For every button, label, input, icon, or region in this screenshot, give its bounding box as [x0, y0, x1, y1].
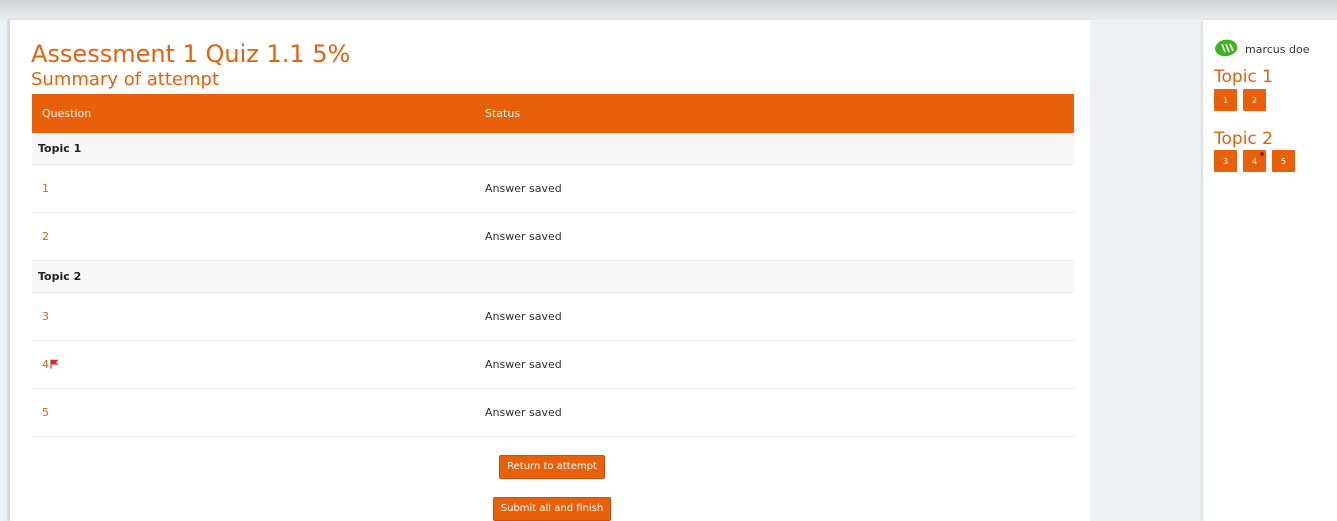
question-nav-button-5[interactable]: 5 — [1272, 150, 1295, 172]
attempt-summary-table: Question Status Topic 1 1 Answer saved 2… — [32, 94, 1074, 437]
nav-topic-2-heading: Topic 2 — [1214, 129, 1273, 149]
nav-topic-1-heading: Topic 1 — [1214, 67, 1273, 87]
question-status: Answer saved — [475, 340, 1074, 389]
section-row-topic-1: Topic 1 — [32, 133, 1074, 165]
page-subtitle: Summary of attempt — [31, 69, 220, 90]
nav-topic-1-buttons: 1 2 — [1214, 89, 1266, 111]
table-row: 3 Answer saved — [32, 292, 1074, 341]
section-label: Topic 2 — [32, 260, 1074, 293]
nav-topic-2-buttons: 3 4 5 — [1214, 150, 1295, 172]
flag-marker-icon — [1260, 152, 1264, 156]
quiz-navigation-sidebar: marcus doe Topic 1 1 2 Topic 2 3 4 5 — [1203, 20, 1337, 521]
question-nav-label: 5 — [1280, 156, 1287, 166]
table-row: 5 Answer saved — [32, 388, 1074, 437]
question-number[interactable]: 4 — [42, 358, 49, 371]
question-link[interactable]: 4 — [32, 340, 475, 389]
question-nav-label: 4 — [1251, 156, 1258, 166]
question-nav-button-2[interactable]: 2 — [1243, 89, 1266, 111]
question-nav-button-1[interactable]: 1 — [1214, 89, 1237, 111]
question-number[interactable]: 5 — [42, 406, 49, 419]
table-row: 1 Answer saved — [32, 164, 1074, 213]
question-status: Answer saved — [475, 292, 1074, 341]
table-row: 4 Answer saved — [32, 340, 1074, 389]
question-number[interactable]: 3 — [42, 310, 49, 323]
question-link[interactable]: 5 — [32, 388, 475, 437]
question-nav-button-4[interactable]: 4 — [1243, 150, 1266, 172]
question-link[interactable]: 2 — [32, 212, 475, 261]
page-title: Assessment 1 Quiz 1.1 5% — [31, 40, 351, 68]
question-nav-button-3[interactable]: 3 — [1214, 150, 1237, 172]
top-shadow-bar — [0, 0, 1337, 22]
column-header-question: Question — [32, 94, 475, 133]
question-nav-label: 2 — [1251, 95, 1258, 105]
avatar-icon — [1213, 38, 1241, 61]
section-row-topic-2: Topic 2 — [32, 260, 1074, 293]
content-gutter — [1090, 20, 1202, 521]
column-header-status: Status — [475, 94, 1074, 133]
submit-all-and-finish-button[interactable]: Submit all and finish — [493, 497, 611, 521]
question-link[interactable]: 3 — [32, 292, 475, 341]
question-number[interactable]: 2 — [42, 230, 49, 243]
question-nav-label: 3 — [1222, 156, 1229, 166]
question-nav-label: 1 — [1222, 95, 1229, 105]
question-status: Answer saved — [475, 212, 1074, 261]
main-content: Assessment 1 Quiz 1.1 5% Summary of atte… — [10, 20, 1090, 521]
flag-icon — [50, 359, 59, 372]
question-status: Answer saved — [475, 164, 1074, 213]
section-label: Topic 1 — [32, 133, 1074, 165]
question-status: Answer saved — [475, 388, 1074, 437]
table-header-row: Question Status — [32, 94, 1074, 133]
user-name[interactable]: marcus doe — [1245, 43, 1309, 56]
table-row: 2 Answer saved — [32, 212, 1074, 261]
user-info[interactable]: marcus doe — [1213, 38, 1309, 61]
return-to-attempt-button[interactable]: Return to attempt — [499, 455, 605, 479]
question-number[interactable]: 1 — [42, 182, 49, 195]
question-link[interactable]: 1 — [32, 164, 475, 213]
